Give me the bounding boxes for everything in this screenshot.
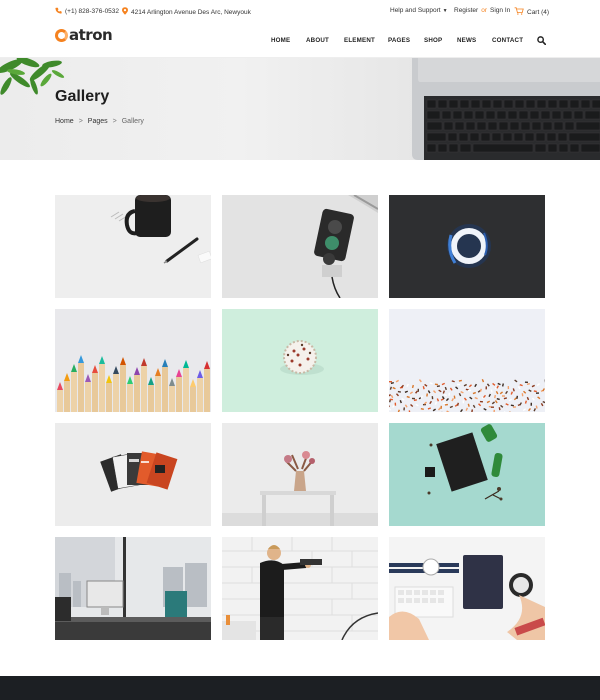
logo-text: atron	[69, 26, 113, 44]
logo-mark-icon	[55, 29, 68, 42]
cart-link[interactable]: Cart (4)	[514, 7, 549, 17]
breadcrumb-home[interactable]: Home	[55, 118, 74, 125]
signin-link[interactable]: Sign In	[490, 7, 510, 14]
page-title: Gallery	[55, 88, 110, 105]
nav-element[interactable]: ELEMENT	[344, 37, 375, 44]
nav-shop[interactable]: SHOP	[424, 37, 442, 44]
cart-label: Cart (4)	[527, 8, 550, 16]
breadcrumb-pages[interactable]: Pages	[88, 118, 108, 125]
sprinkles-tile[interactable]	[389, 309, 545, 412]
mug-and-pen-tile[interactable]	[55, 195, 211, 298]
logo[interactable]: atron	[55, 26, 113, 44]
nav-contact[interactable]: CONTACT	[492, 37, 523, 44]
main-header: atron HOME ABOUT ELEMENT PAGES SHOP NEWS…	[0, 22, 600, 58]
banner-background-image	[0, 58, 600, 160]
breadcrumb-separator: >	[78, 118, 83, 125]
breadcrumb-separator: >	[112, 118, 117, 125]
caret-down-icon: ▼	[442, 7, 448, 14]
cupcake-tile[interactable]	[222, 309, 378, 412]
register-link[interactable]: Register	[454, 7, 478, 14]
workspace-tile[interactable]	[389, 537, 545, 640]
help-support-label: Help and Support	[390, 7, 441, 14]
address-text: 4214 Arlington Avenue Des Arc, Newyouk	[131, 8, 251, 16]
cards-tile[interactable]	[55, 423, 211, 526]
desk-flatlay-tile[interactable]	[389, 423, 545, 526]
nav-news[interactable]: NEWS	[457, 37, 476, 44]
or-text: or	[481, 7, 487, 14]
map-pin-icon	[122, 7, 128, 17]
footer	[0, 676, 600, 700]
help-support-dropdown[interactable]: Help and Support ▼	[390, 7, 448, 14]
man-wall-tile[interactable]	[222, 537, 378, 640]
nav-home[interactable]: HOME	[271, 37, 290, 44]
phone-number: (+1) 828-376-0532	[65, 8, 120, 15]
search-icon[interactable]	[537, 36, 546, 45]
traffic-light-tile[interactable]	[222, 195, 378, 298]
address-contact: 4214 Arlington Avenue Des Arc, Newyouk	[122, 7, 251, 17]
ring-light-tile[interactable]	[389, 195, 545, 298]
page-banner: Gallery Home > Pages > Gallery	[0, 58, 600, 160]
nav-pages[interactable]: PAGES	[388, 37, 410, 44]
colored-pencils-tile[interactable]	[55, 309, 211, 412]
cart-icon	[514, 7, 524, 17]
top-bar: (+1) 828-376-0532 4214 Arlington Avenue …	[0, 0, 600, 22]
gallery-grid	[55, 195, 545, 640]
breadcrumb-current: Gallery	[121, 118, 144, 125]
office-desk-tile[interactable]	[55, 537, 211, 640]
nav-about[interactable]: ABOUT	[306, 37, 329, 44]
phone-contact[interactable]: (+1) 828-376-0532	[55, 7, 119, 16]
flower-table-tile[interactable]	[222, 423, 378, 526]
phone-icon	[55, 7, 62, 16]
breadcrumb: Home > Pages > Gallery	[55, 118, 144, 125]
account-links: Register or Sign In	[454, 7, 510, 14]
